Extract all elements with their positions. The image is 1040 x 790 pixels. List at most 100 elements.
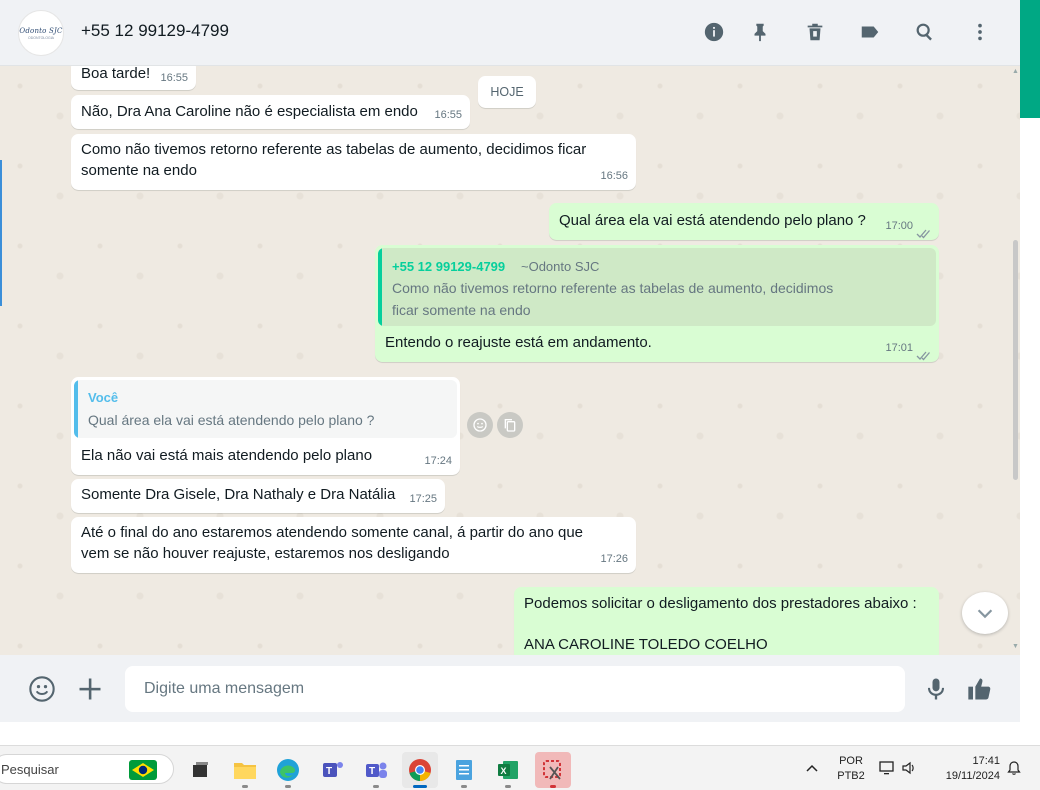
message-time: 17:01 [885, 342, 913, 354]
file-explorer-app[interactable] [227, 752, 263, 788]
chevron-up-icon[interactable] [804, 760, 820, 776]
message-text: Boa tarde! [81, 66, 151, 82]
message-bubble[interactable]: Você Qual área ela vai está atendendo pe… [71, 377, 460, 475]
teams-classic-app[interactable]: T [358, 752, 394, 788]
clock-time: 17:41 [972, 755, 1000, 767]
contact-name[interactable]: +55 12 99129-4799 [81, 21, 229, 41]
snipping-tool-app[interactable] [535, 752, 571, 788]
teams-app[interactable]: T [315, 752, 351, 788]
quote-author: Você [88, 390, 119, 405]
chat-header: Odonto SJC ODONTOLOGIA +55 12 99129-4799 [0, 0, 1020, 66]
language-code: POR [839, 755, 863, 767]
message-bubble[interactable]: Até o final do ano estaremos atendendo s… [71, 517, 636, 573]
clock-date: 19/11/2024 [945, 770, 1000, 782]
copy-icon [504, 419, 516, 432]
notepad-app[interactable] [446, 752, 482, 788]
quote-author-pushname: ~Odonto SJC [521, 259, 600, 274]
search-icon[interactable] [912, 19, 938, 45]
teams-icon: T [323, 762, 343, 777]
taskbar: Pesquisar T T X POR PTB2 17:41 19/11/202… [0, 745, 1040, 790]
chrome-app[interactable] [402, 752, 438, 788]
message-time: 16:55 [434, 109, 462, 121]
svg-text:X: X [501, 766, 507, 776]
emoji-reaction-button[interactable] [467, 412, 493, 438]
message-time: 16:55 [160, 72, 188, 84]
message-bubble[interactable]: +55 12 99129-4799 ~Odonto SJC Como não t… [375, 245, 939, 362]
message-bubble[interactable]: Não, Dra Ana Caroline não é especialista… [71, 95, 470, 129]
message-bubble[interactable]: Somente Dra Gisele, Dra Nathaly e Dra Na… [71, 479, 445, 513]
scroll-to-bottom-button[interactable] [962, 592, 1008, 634]
label-icon[interactable] [857, 19, 883, 45]
scroll-up-arrow[interactable]: ▲ [1012, 68, 1019, 75]
edge-app[interactable] [270, 752, 306, 788]
input-language[interactable]: POR PTB2 [836, 754, 866, 784]
quote-author: +55 12 99129-4799 [392, 259, 506, 274]
message-bubble[interactable]: Podemos solicitar o desligamento dos pre… [514, 587, 939, 655]
running-indicator [550, 785, 556, 788]
date-separator: HOJE [478, 76, 536, 108]
quote-text-line: ficar somente na endo [392, 302, 531, 318]
microphone-icon[interactable] [920, 673, 952, 705]
message-text-line: vem se não houver reajuste, estaremos no… [81, 545, 450, 562]
avatar[interactable]: Odonto SJC ODONTOLOGIA [18, 10, 64, 56]
folder-icon [234, 763, 256, 779]
quote-text-line: Qual área ela vai está atendendo pelo pl… [88, 412, 375, 428]
quote-bar [378, 248, 382, 326]
snipping-tool-icon [543, 760, 561, 780]
chrome-icon [409, 759, 431, 781]
compose-bar [0, 655, 1020, 723]
delete-icon[interactable] [802, 19, 828, 45]
excel-app[interactable]: X [490, 752, 526, 788]
notepad-icon [456, 760, 472, 780]
edge-browser-icon [277, 759, 299, 781]
whatsapp-window: Odonto SJC ODONTOLOGIA +55 12 99129-4799… [0, 0, 1020, 723]
side-panel-edge [1020, 118, 1040, 746]
display-icon[interactable] [878, 759, 896, 777]
message-time: 17:26 [600, 553, 628, 565]
emoji-icon[interactable] [26, 673, 58, 705]
message-time: 17:00 [885, 220, 913, 232]
running-indicator [242, 785, 248, 788]
chevron-down-icon [977, 609, 993, 619]
read-ticks-icon [916, 225, 932, 239]
desktop-background [0, 722, 1040, 745]
running-indicator [373, 785, 379, 788]
message-bubble[interactable]: Como não tivemos retorno referente as ta… [71, 134, 636, 190]
menu-icon[interactable] [967, 19, 993, 45]
message-time: 17:25 [409, 493, 437, 505]
window-edge [0, 160, 2, 306]
running-indicator [505, 785, 511, 788]
info-icon[interactable] [701, 19, 727, 45]
thumbs-up-icon[interactable] [964, 673, 996, 705]
message-list[interactable]: Boa tarde! 16:55 Não, Dra Ana Caroline n… [0, 66, 1020, 655]
message-time: 16:56 [600, 170, 628, 182]
teams-classic-icon: T [366, 762, 387, 778]
pin-icon[interactable] [747, 19, 773, 45]
message-bubble[interactable]: Boa tarde! 16:55 [71, 66, 196, 90]
brazil-flag-icon [129, 760, 157, 780]
message-text: Não, Dra Ana Caroline não é especialista… [81, 103, 418, 120]
quoted-message[interactable]: +55 12 99129-4799 ~Odonto SJC Como não t… [378, 248, 936, 326]
taskbar-search-placeholder: Pesquisar [1, 762, 59, 777]
svg-text:T: T [369, 766, 375, 777]
taskbar-search[interactable]: Pesquisar [0, 754, 174, 784]
quoted-message[interactable]: Você Qual área ela vai está atendendo pe… [74, 380, 457, 438]
quote-text-line: Como não tivemos retorno referente as ta… [392, 280, 834, 296]
excel-icon: X [498, 761, 518, 779]
volume-icon[interactable] [900, 759, 918, 777]
avatar-logo-text: Odonto SJC [19, 26, 63, 35]
attach-plus-icon[interactable] [74, 673, 106, 705]
message-text-line: somente na endo [81, 162, 197, 179]
message-bubble[interactable]: Qual área ela vai está atendendo pelo pl… [549, 203, 939, 240]
keyboard-layout: PTB2 [837, 770, 865, 782]
read-ticks-icon [916, 347, 932, 361]
window-accent-bar [1020, 0, 1040, 118]
message-input[interactable] [125, 666, 905, 712]
scroll-down-arrow[interactable]: ▼ [1012, 643, 1019, 650]
task-view-icon [193, 762, 208, 777]
system-clock[interactable]: 17:41 19/11/2024 [934, 754, 1000, 784]
notification-bell-icon[interactable] [1006, 760, 1022, 776]
scrollbar-thumb[interactable] [1013, 240, 1018, 480]
forward-message-button[interactable] [497, 412, 523, 438]
task-view-button[interactable] [182, 752, 218, 788]
